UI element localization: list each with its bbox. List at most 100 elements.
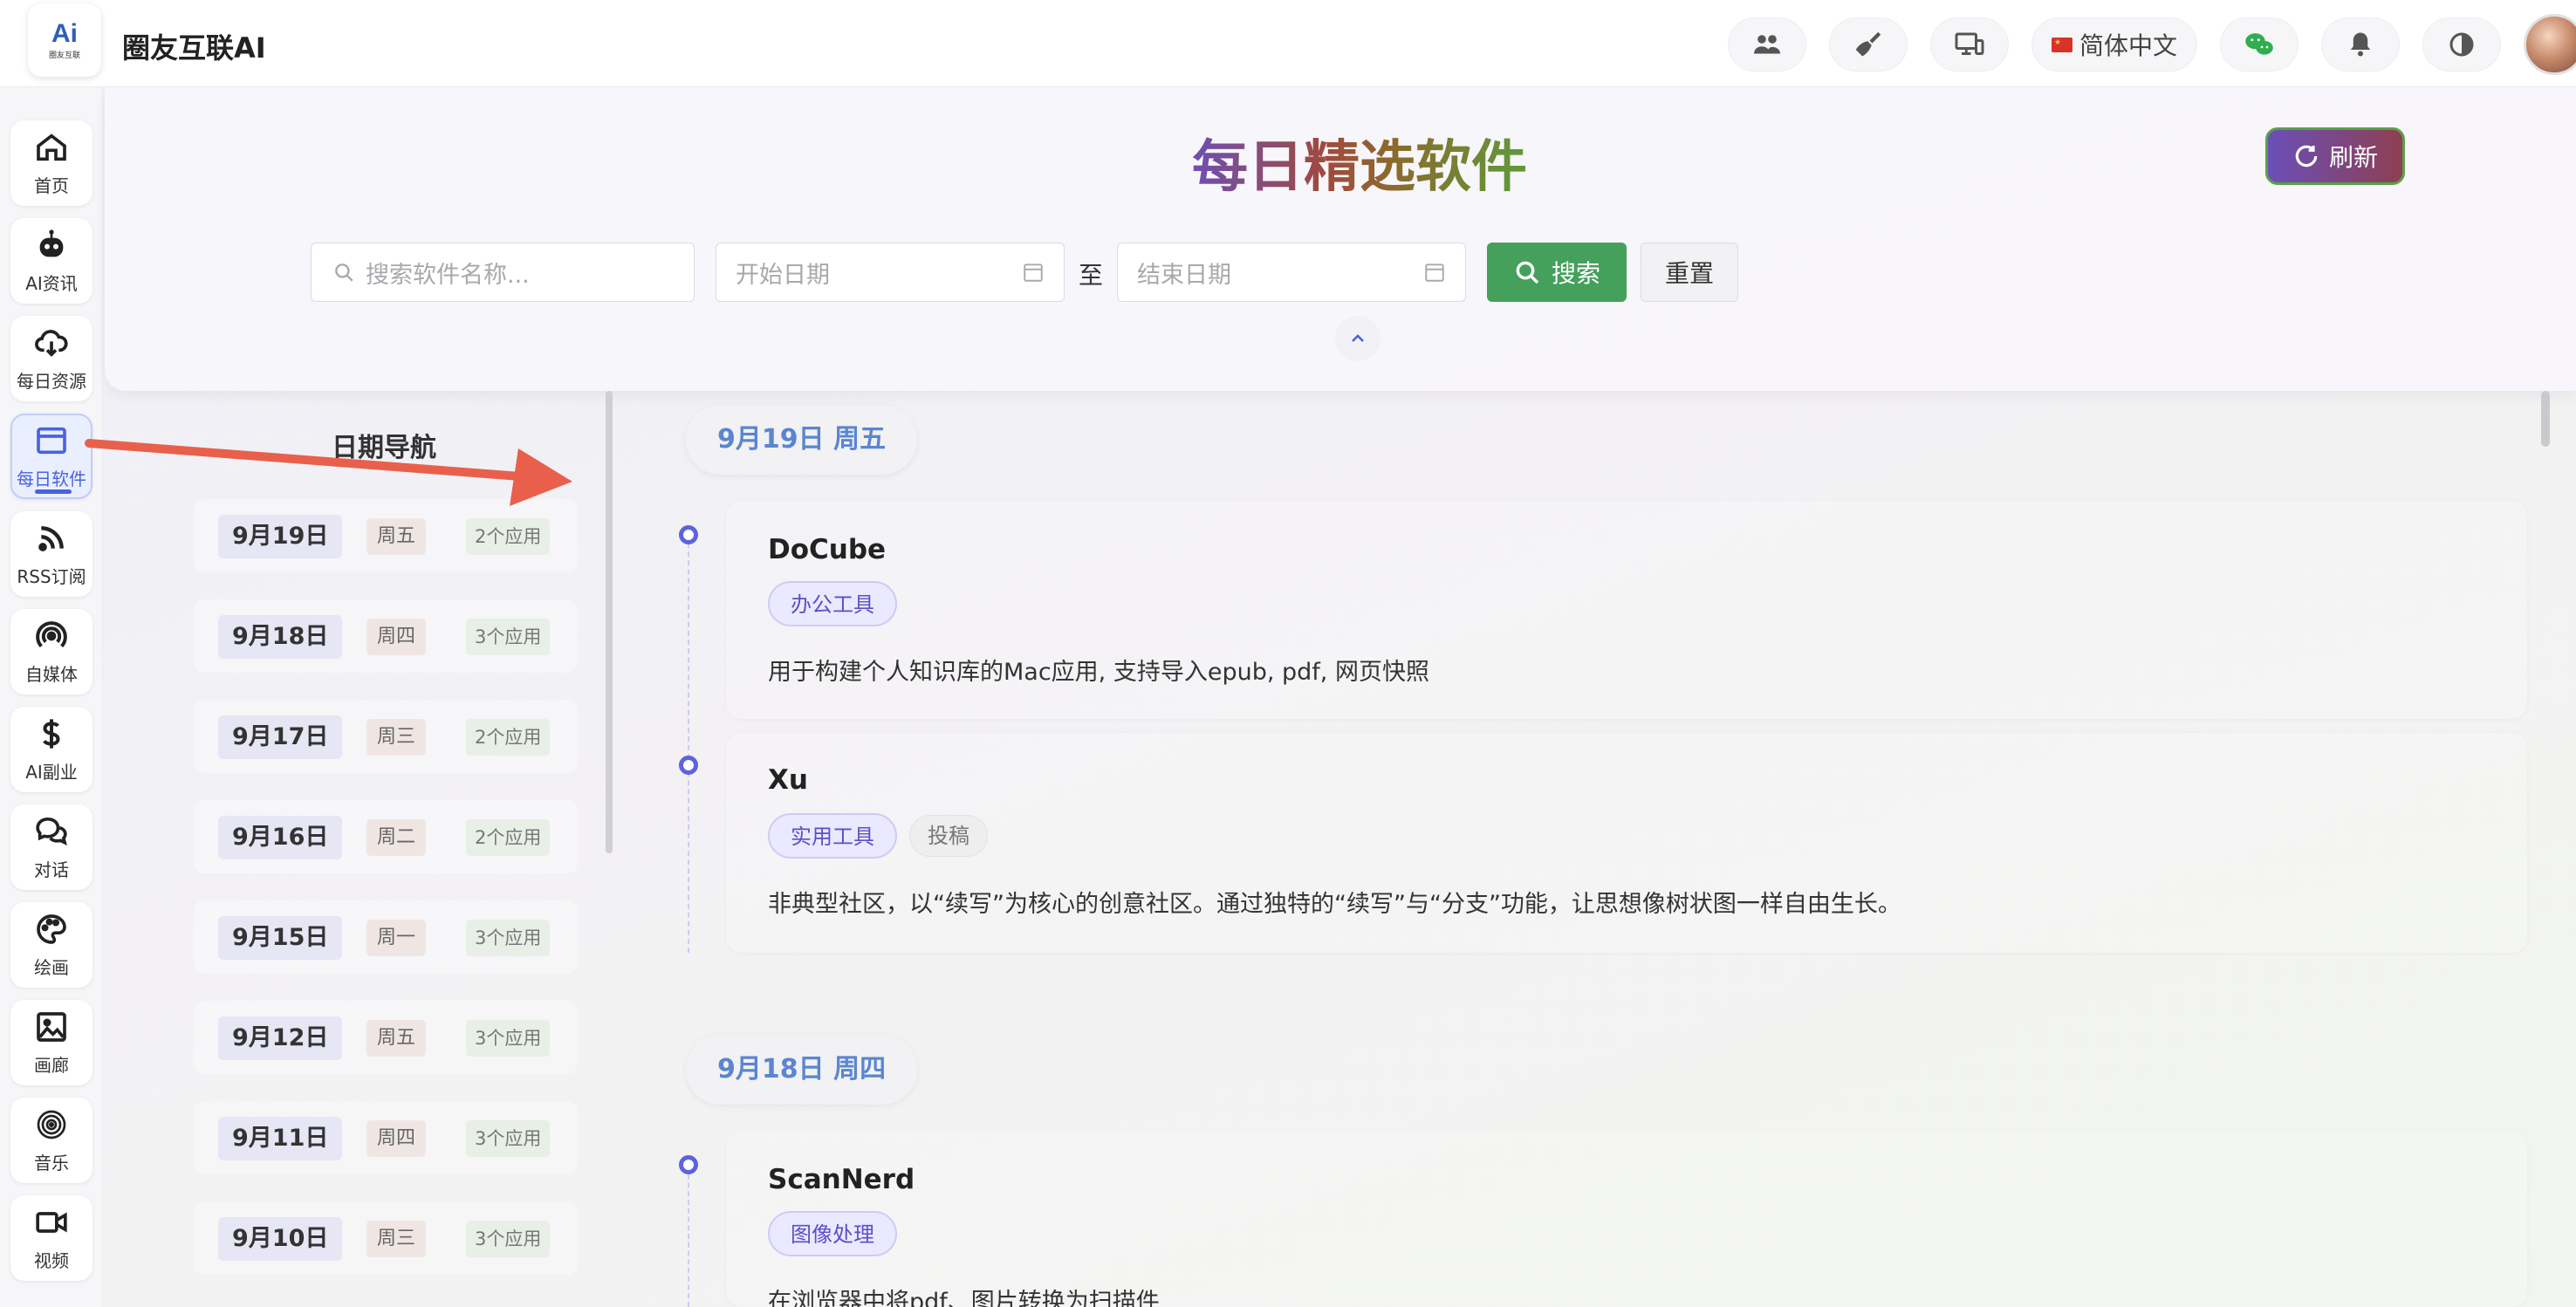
date-chip: 9月17日 <box>218 715 343 759</box>
category-tag[interactable]: 实用工具 <box>768 813 897 859</box>
user-avatar[interactable] <box>2524 14 2576 75</box>
day-header[interactable]: 9月18日 周四 <box>686 1035 918 1105</box>
collapse-button[interactable] <box>1335 316 1380 361</box>
window-icon <box>37 427 66 454</box>
nav-video[interactable]: 视频 <box>10 1195 92 1281</box>
language-label: 简体中文 <box>2079 31 2177 60</box>
nav-label: RSS订阅 <box>17 565 86 587</box>
date-nav-row[interactable]: 9月19日 周五 2个应用 <box>194 499 578 572</box>
end-date-field[interactable]: 结束日期 <box>1117 243 1466 302</box>
top-actions: ★ 简体中文 <box>1727 14 2576 75</box>
nav-ai-news[interactable]: AI资讯 <box>10 218 92 304</box>
nav-daily-software[interactable]: 每日软件 <box>10 414 92 499</box>
app-logo[interactable]: Ai 圈友互联 <box>28 3 101 77</box>
theme-toggle[interactable] <box>2422 17 2501 72</box>
start-date-placeholder: 开始日期 <box>736 261 830 289</box>
date-chip: 9月16日 <box>218 816 343 859</box>
contrast-icon <box>2449 32 2474 57</box>
date-chip: 9月11日 <box>218 1117 343 1160</box>
logo-subtext: 圈友互联 <box>48 51 80 60</box>
nav-label: 每日软件 <box>17 468 86 489</box>
nav-chat[interactable]: 对话 <box>10 804 92 890</box>
date-nav-row[interactable]: 9月16日 周二 2个应用 <box>194 800 578 873</box>
image-icon <box>37 1011 66 1042</box>
nav-side-hustle[interactable]: AI副业 <box>10 707 92 792</box>
date-nav-row[interactable]: 9月12日 周五 3个应用 <box>194 1001 578 1074</box>
nav-label: 自媒体 <box>25 663 78 685</box>
count-chip: 3个应用 <box>466 1221 551 1257</box>
home-icon <box>37 133 66 161</box>
rss-icon <box>38 525 64 551</box>
language-select[interactable]: ★ 简体中文 <box>2031 17 2197 72</box>
submission-tag[interactable]: 投稿 <box>909 815 988 857</box>
date-chip: 9月12日 <box>218 1016 343 1060</box>
count-chip: 2个应用 <box>466 819 551 856</box>
devices-button[interactable] <box>1929 17 2009 72</box>
nav-home[interactable]: 首页 <box>10 120 92 206</box>
timeline-line <box>688 534 689 953</box>
refresh-button[interactable]: 刷新 <box>2265 127 2405 185</box>
app-card[interactable]: Xu 实用工具 投稿 非典型社区，以“续写”为核心的创意社区。通过独特的“续写”… <box>726 733 2527 953</box>
search-icon <box>335 263 353 282</box>
music-icon <box>37 1110 66 1139</box>
date-chip: 9月15日 <box>218 916 343 960</box>
nav-label: 对话 <box>34 859 69 880</box>
count-chip: 2个应用 <box>466 518 551 555</box>
date-nav-row[interactable]: 9月10日 周三 3个应用 <box>194 1201 578 1275</box>
nav-rss[interactable]: RSS订阅 <box>10 511 92 597</box>
devices-icon <box>1955 32 1984 55</box>
calendar-icon <box>1425 263 1444 282</box>
count-chip: 3个应用 <box>466 920 551 956</box>
video-icon <box>36 1211 67 1233</box>
logo-mark: Ai <box>51 18 78 48</box>
category-tag[interactable]: 图像处理 <box>768 1211 897 1256</box>
count-chip: 3个应用 <box>466 619 551 655</box>
weekday-chip: 周四 <box>367 619 427 655</box>
search-button-label: 搜索 <box>1551 259 1600 288</box>
start-date-field[interactable]: 开始日期 <box>716 243 1065 302</box>
nav-label: 首页 <box>34 174 69 196</box>
cloud-download-icon <box>35 329 68 357</box>
app-name[interactable]: Xu <box>768 764 808 796</box>
wechat-button[interactable] <box>2220 17 2299 72</box>
app-name[interactable]: ScanNerd <box>768 1164 915 1195</box>
notifications-button[interactable] <box>2321 17 2400 72</box>
nav-daily-resources[interactable]: 每日资源 <box>10 316 92 401</box>
date-nav-row[interactable]: 9月17日 周三 2个应用 <box>194 700 578 773</box>
broom-icon <box>1855 31 1881 57</box>
nav-label: AI副业 <box>25 761 78 783</box>
date-chip: 9月19日 <box>218 515 343 558</box>
content-scrollbar[interactable] <box>2541 391 2550 447</box>
page-title: 每日精选软件 <box>1192 122 1527 202</box>
refresh-label: 刷新 <box>2328 143 2378 172</box>
app-card[interactable]: ScanNerd 图像处理 在浏览器中将pdf、图片转换为扫描件 <box>726 1131 2527 1307</box>
clean-button[interactable] <box>1828 17 1908 72</box>
search-placeholder: 搜索软件名称... <box>366 261 530 289</box>
refresh-icon <box>2295 145 2318 168</box>
app-card[interactable]: DoCube 办公工具 用于构建个人知识库的Mac应用, 支持导入epub, p… <box>726 501 2527 719</box>
wechat-icon <box>2245 33 2273 55</box>
nav-music[interactable]: 音乐 <box>10 1098 92 1183</box>
category-tag[interactable]: 办公工具 <box>768 581 897 626</box>
side-nav: 首页 AI资讯 每日资源 每日软件 RSS订阅 自媒体 AI副业 对话 绘画 画… <box>0 87 103 1307</box>
app-name[interactable]: DoCube <box>768 534 886 565</box>
date-nav-row[interactable]: 9月11日 周四 3个应用 <box>194 1101 578 1174</box>
chevron-up-icon <box>1352 334 1364 342</box>
date-nav-row[interactable]: 9月15日 周一 3个应用 <box>194 900 578 974</box>
date-nav-row[interactable]: 9月18日 周四 3个应用 <box>194 599 578 673</box>
date-nav-scrollbar[interactable] <box>606 391 613 853</box>
flag-icon: ★ <box>2051 37 2072 52</box>
nav-painting[interactable]: 绘画 <box>10 902 92 988</box>
nav-gallery[interactable]: 画廊 <box>10 1000 92 1085</box>
broadcast-icon <box>36 620 67 647</box>
day-header[interactable]: 9月19日 周五 <box>686 405 918 475</box>
reset-button[interactable]: 重置 <box>1641 243 1738 302</box>
nav-label: 每日资源 <box>17 370 86 392</box>
nav-label: AI资讯 <box>25 272 78 294</box>
brand-name: 圈友互联AI <box>122 31 266 65</box>
calendar-icon <box>1024 263 1043 282</box>
search-input[interactable]: 搜索软件名称... <box>311 243 695 302</box>
search-button[interactable]: 搜索 <box>1487 243 1627 302</box>
nav-media[interactable]: 自媒体 <box>10 609 92 695</box>
community-button[interactable] <box>1727 17 1806 72</box>
